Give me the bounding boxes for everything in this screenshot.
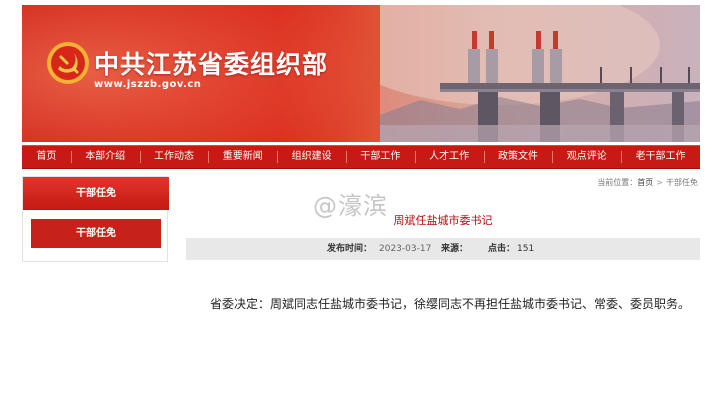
views-count: 151 [517,244,535,254]
breadcrumb-prefix: 当前位置： [597,178,638,187]
nav-item-home[interactable]: 首页 [22,146,71,168]
bridge-illustration [380,5,700,142]
main-nav: 首页 本部介绍 工作动态 重要新闻 组织建设 干部工作 人才工作 政策文件 观点… [22,145,700,169]
nav-item-organization[interactable]: 组织建设 [277,146,346,168]
breadcrumb-home-link[interactable]: 首页 [637,178,653,187]
sidebar: 干部任免 干部任免 [22,176,169,262]
breadcrumb-separator: > [656,178,663,187]
views-label: 点击： [488,244,516,254]
site-url: www.jszzb.gov.cn [94,79,202,90]
nav-item-work-news[interactable]: 工作动态 [139,146,209,168]
sidebar-header: 干部任免 [23,177,169,210]
nav-item-about[interactable]: 本部介绍 [70,146,140,168]
breadcrumb-current[interactable]: 干部任免 [666,178,698,187]
article-meta-bar: 发布时间： 2023-03-17 来源： 点击： 151 [186,238,700,260]
nav-item-talent[interactable]: 人才工作 [414,146,484,168]
sidebar-item-appointments[interactable]: 干部任免 [31,219,161,248]
nav-item-policy[interactable]: 政策文件 [483,146,553,168]
nav-item-cadre-work[interactable]: 干部工作 [345,146,415,168]
publish-date-label: 发布时间： [327,244,373,254]
article-body: 省委决定：周斌同志任盐城市委书记，徐缨同志不再担任盐城市委书记、常委、委员职务。 [210,297,691,311]
nav-item-important-news[interactable]: 重要新闻 [208,146,277,168]
breadcrumb: 当前位置：首页 > 干部任免 [597,177,698,188]
article-title: 周斌任盐城市委书记 [393,214,493,227]
header-banner: 中共江苏省委组织部 www.jszzb.gov.cn [22,5,700,142]
party-emblem-icon [47,42,89,84]
nav-item-veteran[interactable]: 老干部工作 [621,146,700,168]
source-label: 来源： [441,244,469,254]
site-title: 中共江苏省委组织部 [94,50,329,79]
publish-date: 2023-03-17 [379,244,432,254]
nav-item-opinion[interactable]: 观点评论 [552,146,621,168]
